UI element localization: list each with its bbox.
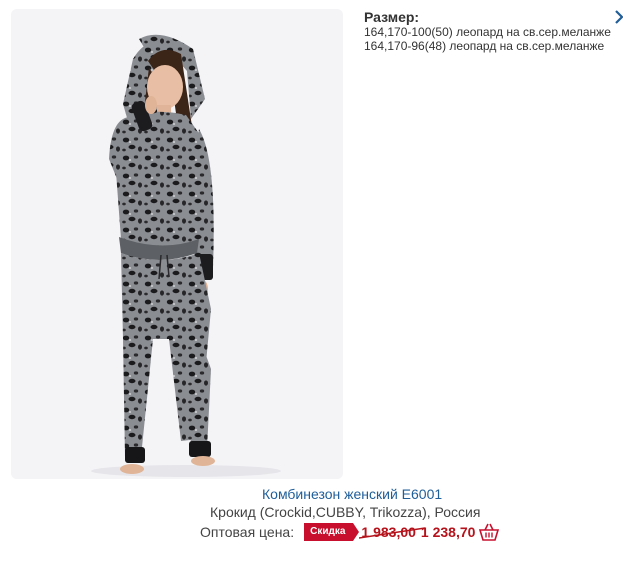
- price-row: Оптовая цена: Скидка 1 983,00 1 238,70: [200, 522, 500, 542]
- size-panel: Размер: 164,170-100(50) леопард на св.се…: [364, 9, 623, 53]
- strikethrough-line: [359, 527, 426, 539]
- old-price: 1 983,00: [359, 524, 426, 540]
- product-photo-icon: [11, 9, 343, 479]
- product-image[interactable]: [11, 9, 343, 479]
- basket-icon[interactable]: [479, 523, 500, 541]
- size-title: Размер:: [364, 9, 420, 25]
- new-price: 1 238,70: [420, 524, 476, 540]
- chevron-right-icon[interactable]: [615, 10, 623, 24]
- discount-badge: Скидка: [304, 523, 360, 541]
- product-title-link[interactable]: Комбинезон женский E6001: [262, 486, 442, 502]
- product-brand: Крокид (Crockid,CUBBY, Trikozza), Россия: [210, 504, 481, 520]
- size-option[interactable]: 164,170-100(50) леопард на св.сер.меланж…: [364, 25, 623, 39]
- size-option[interactable]: 164,170-96(48) леопард на св.сер.меланже: [364, 39, 623, 53]
- price-label: Оптовая цена:: [200, 524, 295, 540]
